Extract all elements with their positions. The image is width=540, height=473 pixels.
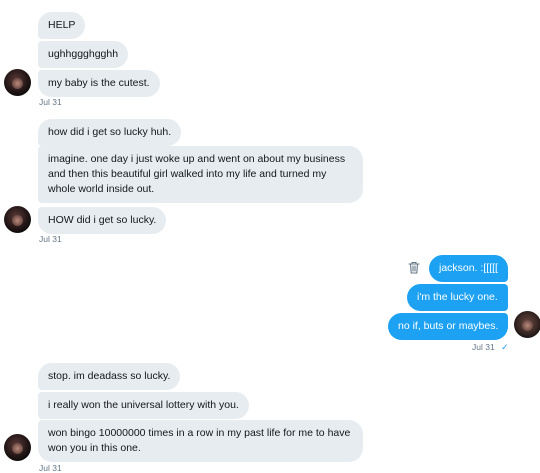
message-bubble[interactable]: won bingo 10000000 times in a row in my … bbox=[38, 420, 363, 462]
avatar[interactable] bbox=[514, 311, 540, 338]
message-bubble[interactable]: my baby is the cutest. bbox=[38, 70, 160, 97]
message-bubble[interactable]: jackson. :[[[[[ bbox=[429, 255, 508, 282]
avatar[interactable] bbox=[4, 434, 31, 461]
message-text: ughhggghgghh bbox=[48, 48, 119, 60]
timestamp: Jul 31 bbox=[39, 97, 62, 107]
message-text: jackson. :[[[[[ bbox=[439, 262, 498, 274]
trash-icon[interactable] bbox=[408, 261, 420, 274]
message-bubble[interactable]: no if, buts or maybes. bbox=[388, 313, 509, 340]
message-bubble[interactable]: ughhggghgghh bbox=[38, 41, 129, 68]
message-bubble[interactable]: imagine. one day i just woke up and went… bbox=[38, 146, 363, 203]
message-text: won bingo 10000000 times in a row in my … bbox=[48, 427, 351, 454]
message-text: HELP bbox=[48, 19, 76, 31]
message-text: stop. im deadass so lucky. bbox=[48, 370, 171, 382]
message-bubble[interactable]: HELP bbox=[38, 12, 86, 39]
message-text: i'm the lucky one. bbox=[417, 291, 498, 303]
message-text: how did i get so lucky huh. bbox=[48, 126, 172, 138]
timestamp: Jul 31 bbox=[39, 463, 62, 473]
timestamp: Jul 31 bbox=[39, 234, 62, 244]
message-bubble[interactable]: HOW did i get so lucky. bbox=[38, 207, 167, 234]
avatar[interactable] bbox=[4, 206, 31, 233]
timestamp-text: Jul 31 bbox=[472, 342, 495, 352]
message-bubble[interactable]: how did i get so lucky huh. bbox=[38, 119, 182, 146]
message-bubble[interactable]: i really won the universal lottery with … bbox=[38, 392, 249, 419]
message-text: imagine. one day i just woke up and went… bbox=[48, 153, 346, 195]
message-text: i really won the universal lottery with … bbox=[48, 399, 239, 411]
message-text: no if, buts or maybes. bbox=[398, 320, 499, 332]
message-text: HOW did i get so lucky. bbox=[48, 214, 157, 226]
message-bubble[interactable]: stop. im deadass so lucky. bbox=[38, 363, 181, 390]
message-bubble[interactable]: i'm the lucky one. bbox=[407, 284, 508, 311]
check-icon: ✓ bbox=[501, 342, 509, 352]
timestamp: Jul 31 ✓ bbox=[472, 342, 509, 352]
message-text: my baby is the cutest. bbox=[48, 77, 150, 89]
avatar[interactable] bbox=[4, 69, 31, 96]
